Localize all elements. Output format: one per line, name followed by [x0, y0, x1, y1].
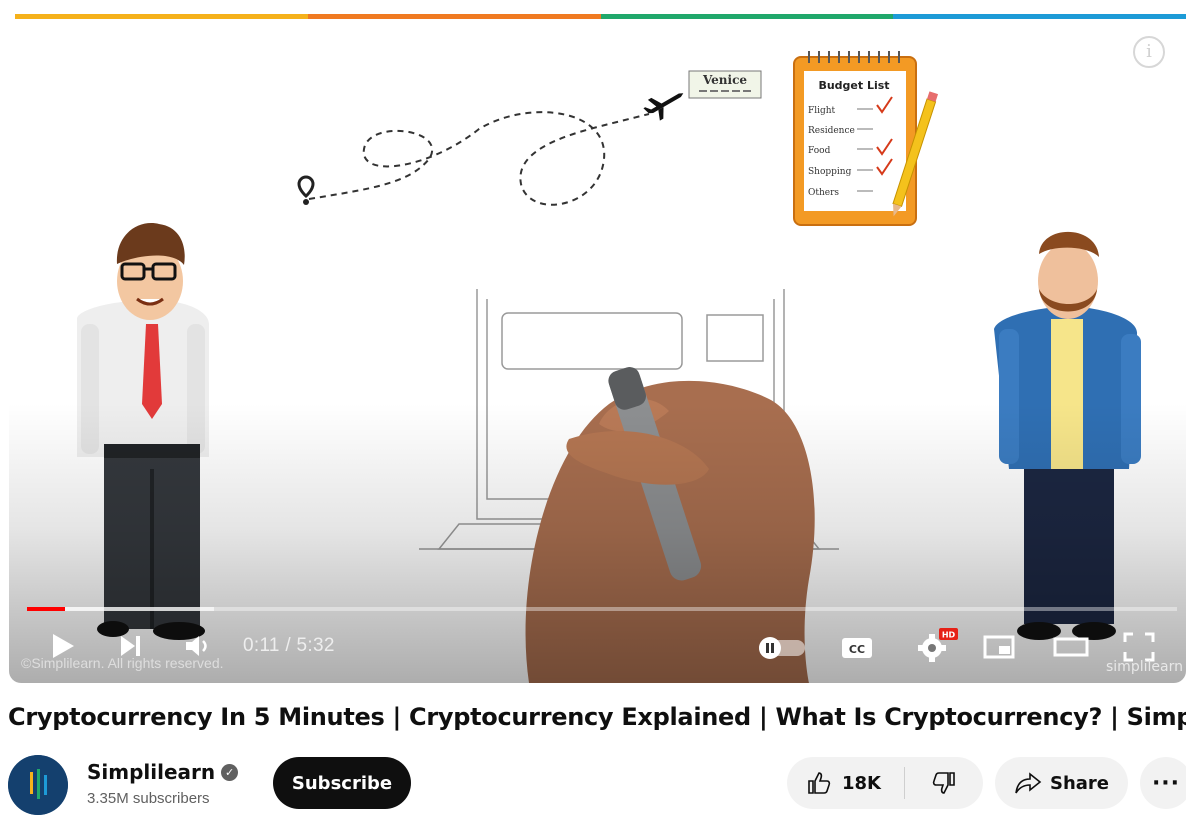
destination-ticket: Venice: [688, 70, 762, 99]
hd-badge: HD: [942, 631, 956, 640]
settings-button[interactable]: HD: [912, 626, 960, 666]
budget-item-food: Food: [808, 146, 831, 156]
theater-icon: [1053, 637, 1089, 657]
autoplay-toggle[interactable]: [757, 636, 807, 660]
verified-badge-icon: ✓: [221, 763, 239, 781]
settings-icon: HD: [918, 628, 958, 662]
autoplay-toggle-icon: [759, 637, 805, 659]
channel-avatar[interactable]: [8, 755, 68, 815]
captions-label: CC: [849, 643, 865, 656]
thumbs-down-icon: [932, 772, 955, 794]
miniplayer-icon: [983, 635, 1015, 659]
budget-notepad: Budget List Flight Residence Food Shoppi…: [793, 51, 939, 226]
captions-icon: CC: [842, 638, 872, 658]
subscriber-count: 3.35M subscribers: [87, 790, 210, 807]
subscribe-button[interactable]: Subscribe: [273, 757, 411, 809]
share-icon: [1015, 772, 1042, 794]
like-dislike-group: 18K: [787, 757, 983, 809]
video-frame: Venice Budget List Flight Residence Food…: [77, 51, 1141, 683]
budget-item-shopping: Shopping: [808, 167, 852, 177]
progress-played: [27, 607, 66, 611]
like-button[interactable]: 18K: [787, 770, 904, 796]
theater-mode-button[interactable]: [1051, 632, 1091, 662]
video-title: Cryptocurrency In 5 Minutes | Cryptocurr…: [8, 703, 1186, 731]
channel-name[interactable]: Simplilearn: [87, 760, 215, 784]
left-character: [77, 223, 209, 640]
travel-path-illustration: [308, 111, 650, 206]
airplane-icon: [643, 93, 684, 121]
channel-name-row[interactable]: Simplilearn ✓: [87, 760, 239, 784]
budget-title: Budget List: [818, 79, 889, 92]
progress-bar[interactable]: [27, 607, 1177, 611]
location-pin-icon: [297, 175, 315, 205]
more-actions-button[interactable]: ···: [1140, 757, 1186, 809]
thumbs-up-icon: [808, 772, 831, 794]
destination-label: Venice: [702, 73, 747, 87]
dislike-button[interactable]: [905, 770, 983, 796]
budget-item-flight: Flight: [808, 106, 836, 116]
right-character: [994, 231, 1141, 640]
video-player[interactable]: Venice Budget List Flight Residence Food…: [9, 19, 1186, 683]
like-count: 18K: [842, 772, 881, 794]
time-display: 0:11 / 5:32: [243, 635, 335, 656]
channel-logo-icon: [8, 755, 68, 815]
captions-button[interactable]: CC: [839, 634, 875, 662]
more-icon: ···: [1151, 770, 1181, 796]
share-button[interactable]: Share: [995, 757, 1128, 809]
share-label: Share: [1049, 772, 1109, 794]
info-icon[interactable]: i: [1133, 36, 1165, 68]
brand-watermark: simplilearn: [1106, 659, 1183, 675]
copyright-watermark: ©Simplilearn. All rights reserved.: [21, 655, 224, 671]
budget-item-others: Others: [808, 188, 839, 198]
miniplayer-button[interactable]: [981, 632, 1017, 662]
budget-item-residence: Residence: [808, 126, 855, 136]
